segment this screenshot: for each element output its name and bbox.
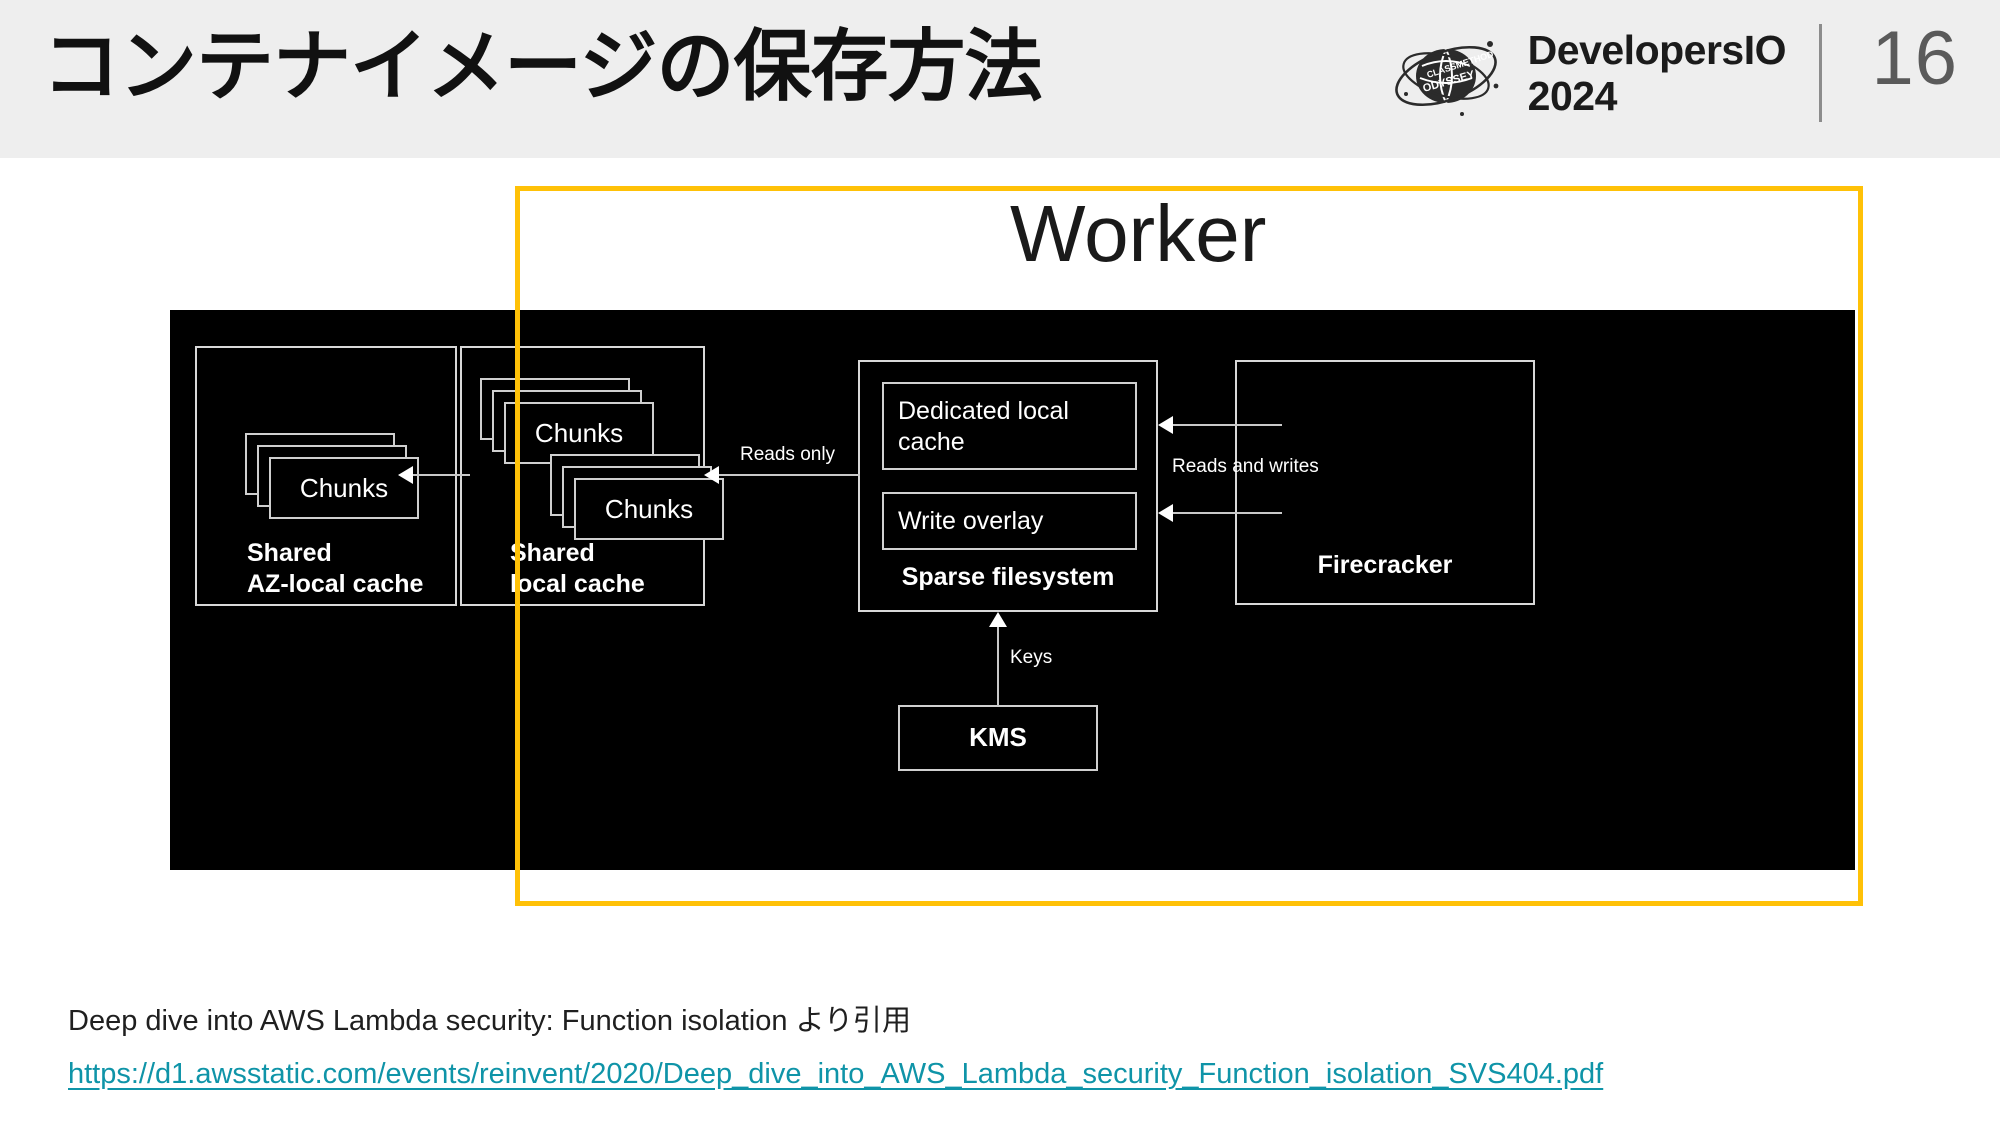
- chunk-stack: Chunks: [245, 433, 419, 519]
- chunk-label: Chunks: [534, 417, 624, 448]
- node-label-shared-local-cache: Shared local cache: [510, 539, 645, 598]
- diagram-figure: Worker Chunks Shared AZ-local cache Chun…: [0, 158, 2000, 968]
- edge-label-reads-and-writes: Reads and writes: [1172, 456, 1319, 477]
- node-label-shared-az-local-cache: Shared AZ-local cache: [247, 539, 424, 598]
- chunk-card-front: Chunks: [574, 478, 724, 540]
- chunk-label: Chunks: [299, 472, 389, 503]
- edge-line-keys: [997, 626, 999, 706]
- chunk-label: Chunks: [604, 493, 694, 524]
- chunk-card-front: Chunks: [269, 457, 419, 519]
- edge-label-keys: Keys: [1010, 647, 1053, 668]
- node-sparse-filesystem: Dedicated local cache Write overlay Spar…: [858, 360, 1158, 612]
- node-label-firecracker: Firecracker: [1317, 551, 1453, 579]
- edge-label-reads-only: Reads only: [740, 444, 836, 465]
- source-caption: Deep dive into AWS Lambda security: Func…: [68, 1005, 911, 1037]
- node-firecracker: Firecracker: [1235, 360, 1535, 605]
- edge-arrowhead-reads-and-writes-lower: [1158, 504, 1173, 522]
- node-write-overlay: Write overlay: [882, 492, 1137, 550]
- node-label-sparse-filesystem: Sparse filesystem: [901, 563, 1115, 591]
- brand-block: CLASSMETHOD ODYSSEY DevelopersIO 2024: [1384, 26, 1787, 122]
- footer: Deep dive into AWS Lambda security: Func…: [68, 1000, 1968, 1091]
- edge-line-az-link: [410, 474, 470, 476]
- slide-header: コンテナイメージの保存方法 CLASSMETHOD ODYSSEY Develo…: [0, 0, 2000, 158]
- edge-line-reads-and-writes-upper: [1172, 424, 1282, 426]
- node-kms: KMS: [898, 705, 1098, 771]
- chunk-stack: Chunks: [550, 454, 724, 540]
- edge-arrowhead-reads-and-writes-upper: [1158, 416, 1173, 434]
- edge-arrowhead-keys: [989, 612, 1007, 627]
- node-shared-az-local-cache: Chunks Shared AZ-local cache: [195, 346, 457, 606]
- brand-name: DevelopersIO: [1527, 27, 1787, 74]
- slide-number: 16: [1871, 16, 1958, 101]
- edge-line-reads-only: [718, 474, 860, 476]
- edge-arrowhead-reads-only: [704, 466, 719, 484]
- classmethod-odyssey-globe-logo: CLASSMETHOD ODYSSEY: [1394, 41, 1499, 116]
- source-link[interactable]: https://d1.awsstatic.com/events/reinvent…: [68, 1058, 1603, 1091]
- node-dedicated-local-cache: Dedicated local cache: [882, 382, 1137, 470]
- edge-arrowhead-az-link: [398, 466, 413, 484]
- brand-text: DevelopersIO 2024: [1527, 27, 1787, 120]
- diagram-canvas: Chunks Shared AZ-local cache Chunks Chun…: [170, 310, 1855, 870]
- worker-label: Worker: [1010, 189, 1267, 278]
- brand-year: 2024: [1527, 73, 1618, 119]
- header-divider: [1819, 24, 1822, 122]
- edge-line-reads-and-writes-lower: [1172, 512, 1282, 514]
- page-title: コンテナイメージの保存方法: [42, 22, 1042, 110]
- node-shared-local-cache: Chunks Chunks Shared local cache: [460, 346, 724, 606]
- chunk-stack: Chunks: [480, 378, 654, 464]
